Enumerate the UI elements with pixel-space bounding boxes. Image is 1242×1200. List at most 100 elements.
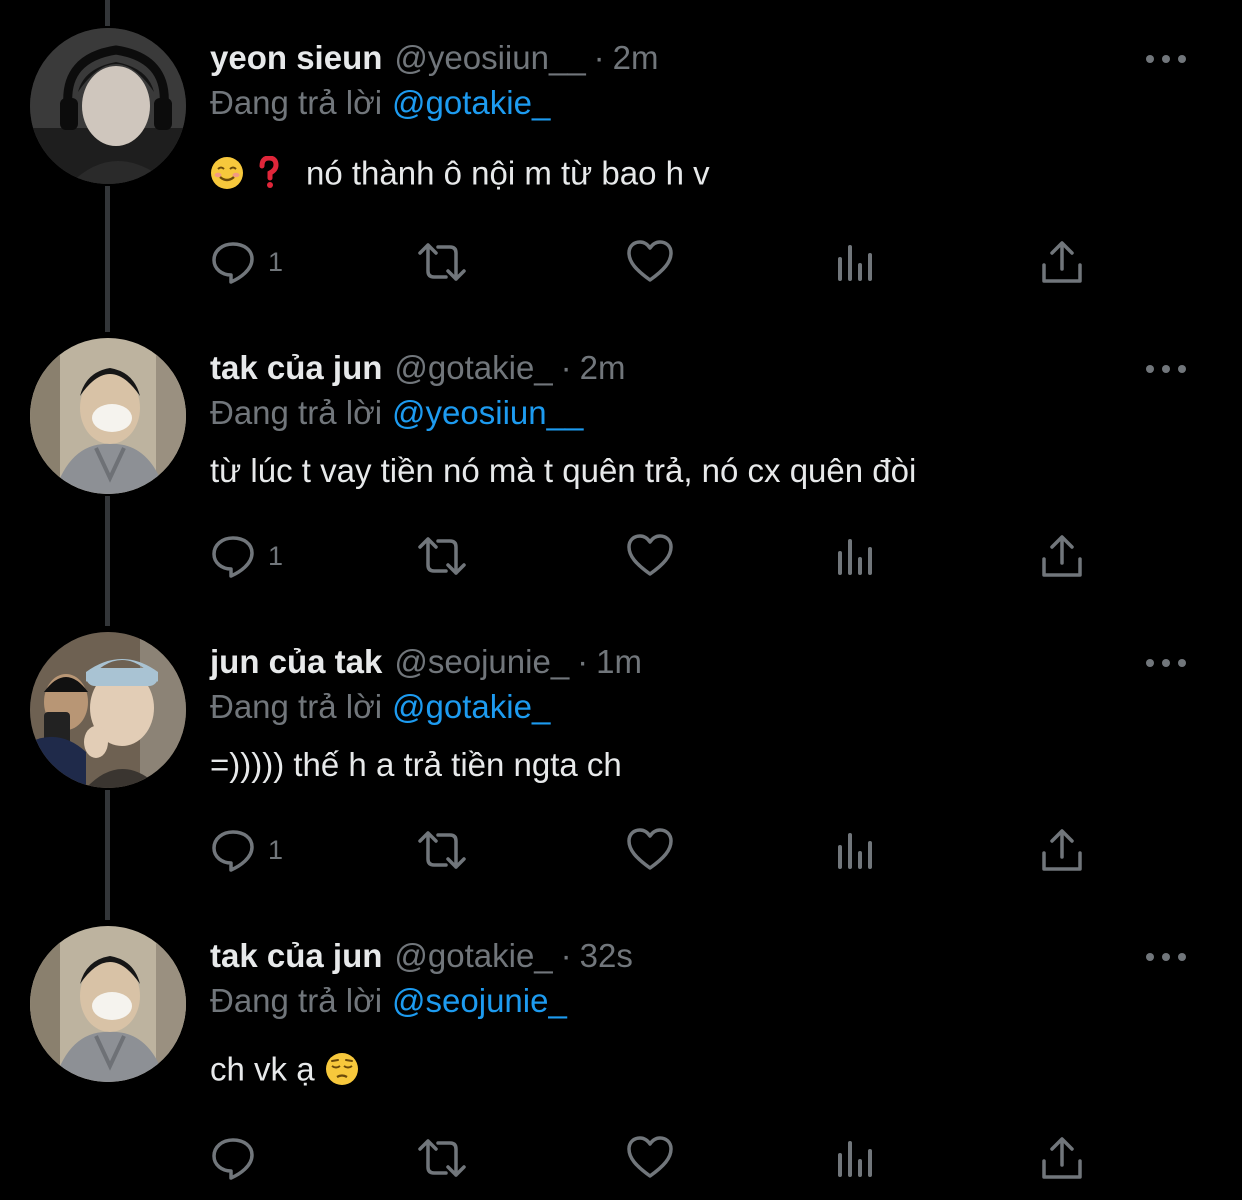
reply-icon: [212, 1138, 254, 1180]
user-handle[interactable]: @yeosiiun__: [394, 39, 585, 77]
mention-link[interactable]: @yeosiiun__: [392, 394, 583, 431]
retweet-button[interactable]: [414, 528, 470, 584]
reply-button[interactable]: 1: [210, 822, 283, 878]
tweet-text: từ lúc t vay tiền nó mà t quên trả, nó c…: [210, 452, 916, 490]
avatar[interactable]: [30, 632, 186, 788]
retweet-icon: [418, 537, 466, 575]
like-button[interactable]: [626, 822, 674, 878]
action-bar: [210, 1130, 1110, 1186]
retweet-button[interactable]: [414, 234, 470, 290]
reply-prefix: Đang trả lời: [210, 688, 383, 725]
timestamp[interactable]: 1m: [596, 643, 642, 681]
views-icon: [838, 1141, 872, 1177]
views-icon: [838, 833, 872, 869]
tweet-text-content: từ lúc t vay tiền nó mà t quên trả, nó c…: [210, 452, 917, 489]
tweet-text: ch vk ạ: [210, 1048, 359, 1088]
mention-link[interactable]: @gotakie_: [392, 688, 550, 725]
action-bar: 1: [210, 528, 1110, 584]
tweet-text-content: =))))) thế h a trả tiền ngta ch: [210, 746, 622, 783]
reply-count: 1: [268, 834, 284, 865]
like-button[interactable]: [626, 234, 674, 290]
mention-link[interactable]: @gotakie_: [392, 84, 550, 121]
more-dots-icon[interactable]: [1146, 354, 1186, 384]
display-name[interactable]: yeon sieun: [210, 39, 382, 77]
views-button[interactable]: [836, 234, 878, 290]
separator-dot: ·: [560, 937, 572, 974]
reply-button[interactable]: 1: [210, 528, 283, 584]
reply-button[interactable]: [210, 1130, 268, 1186]
user-handle[interactable]: @gotakie_: [394, 349, 552, 387]
share-icon: [1042, 535, 1082, 577]
display-name[interactable]: jun của tak: [210, 643, 382, 681]
retweet-button[interactable]: [414, 1130, 470, 1186]
reply-thread: yeon sieun @yeosiiun__ · 2m Đang trả lời…: [0, 0, 1242, 1200]
share-icon: [1042, 829, 1082, 871]
pensive-face-emoji-icon: [325, 1053, 358, 1086]
timestamp[interactable]: 2m: [613, 39, 659, 77]
views-button[interactable]: [836, 528, 878, 584]
avatar[interactable]: [30, 28, 186, 184]
smiling-emoji-icon: [211, 157, 243, 190]
replying-to: Đang trả lời @seojunie_: [210, 982, 567, 1020]
avatar[interactable]: [30, 926, 186, 1082]
display-name[interactable]: tak của jun: [210, 937, 382, 975]
display-name[interactable]: tak của jun: [210, 349, 382, 387]
tweet-2[interactable]: tak của jun @gotakie_ · 2m Đang trả lời @…: [0, 338, 1242, 608]
heart-icon: [627, 828, 673, 870]
more-dots-icon[interactable]: [1146, 44, 1186, 74]
replying-to: Đang trả lời @gotakie_: [210, 84, 550, 122]
timestamp[interactable]: 2m: [580, 349, 626, 387]
user-handle[interactable]: @seojunie_: [394, 643, 569, 681]
share-icon: [1042, 241, 1082, 283]
share-button[interactable]: [1040, 1130, 1084, 1186]
tweet-header: jun của tak @seojunie_ · 1m: [210, 638, 642, 686]
share-button[interactable]: [1040, 528, 1084, 584]
like-button[interactable]: [626, 528, 674, 584]
action-bar: 1: [210, 822, 1110, 878]
separator-dot: ·: [560, 349, 572, 386]
question-mark-emoji-icon: [259, 156, 279, 189]
replying-to: Đang trả lời @gotakie_: [210, 688, 550, 726]
reply-icon: [212, 830, 254, 872]
reply-button[interactable]: 1: [210, 234, 283, 290]
tweet-text-content: nó thành ô nội m từ bao h v: [306, 154, 710, 192]
tweet-text: =))))) thế h a trả tiền ngta ch: [210, 746, 622, 784]
reply-prefix: Đang trả lời: [210, 394, 383, 431]
tweet-header: tak của jun @gotakie_ · 32s: [210, 932, 633, 980]
tweet-4[interactable]: tak của jun @gotakie_ · 32s Đang trả lời…: [0, 926, 1242, 1200]
tweet-3[interactable]: jun của tak @seojunie_ · 1m Đang trả lời…: [0, 632, 1242, 902]
reply-prefix: Đang trả lời: [210, 84, 383, 121]
tweet-header: yeon sieun @yeosiiun__ · 2m: [210, 34, 659, 82]
reply-prefix: Đang trả lời: [210, 982, 383, 1019]
tweet-text-content: ch vk ạ: [210, 1050, 315, 1088]
tweet-header: tak của jun @gotakie_ · 2m: [210, 344, 626, 392]
heart-icon: [627, 240, 673, 282]
replying-to: Đang trả lời @yeosiiun__: [210, 394, 583, 432]
user-handle[interactable]: @gotakie_: [394, 937, 552, 975]
retweet-icon: [418, 243, 466, 281]
views-button[interactable]: [836, 1130, 878, 1186]
reply-count: 1: [268, 540, 284, 571]
timestamp[interactable]: 32s: [580, 937, 633, 975]
action-bar: 1: [210, 234, 1110, 290]
share-button[interactable]: [1040, 822, 1084, 878]
reply-count: 1: [268, 246, 284, 277]
like-button[interactable]: [626, 1130, 674, 1186]
share-icon: [1042, 1137, 1082, 1179]
retweet-button[interactable]: [414, 822, 470, 878]
separator-dot: ·: [577, 643, 589, 680]
avatar[interactable]: [30, 338, 186, 494]
mention-link[interactable]: @seojunie_: [392, 982, 567, 1019]
separator-dot: ·: [593, 39, 605, 76]
views-icon: [838, 245, 872, 281]
heart-icon: [627, 1136, 673, 1178]
more-dots-icon[interactable]: [1146, 942, 1186, 972]
retweet-icon: [418, 831, 466, 869]
tweet-1[interactable]: yeon sieun @yeosiiun__ · 2m Đang trả lời…: [0, 28, 1242, 308]
reply-icon: [212, 536, 254, 578]
retweet-icon: [418, 1139, 466, 1177]
more-dots-icon[interactable]: [1146, 648, 1186, 678]
share-button[interactable]: [1040, 234, 1084, 290]
reply-icon: [212, 242, 254, 284]
views-button[interactable]: [836, 822, 878, 878]
